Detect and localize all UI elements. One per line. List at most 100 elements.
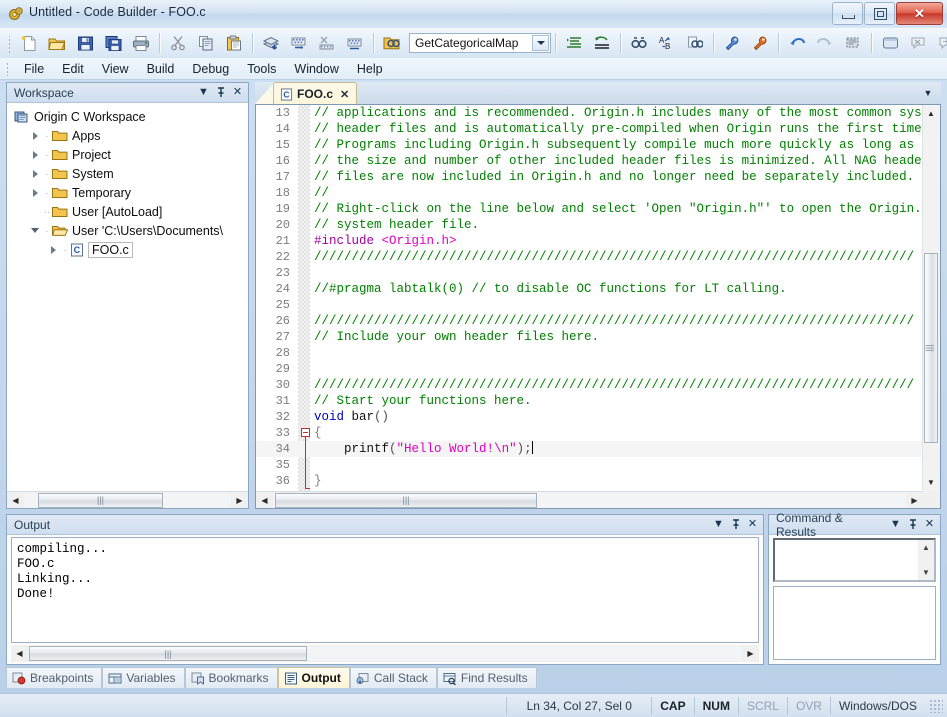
code-text[interactable]: // the size and number of other included… xyxy=(314,153,923,169)
close-button[interactable]: ✕ xyxy=(896,2,943,25)
save-all-button[interactable] xyxy=(100,31,126,56)
print-button[interactable] xyxy=(128,31,154,56)
code-line[interactable]: 30//////////////////////////////////////… xyxy=(256,377,923,393)
code-text[interactable]: //#pragma labtalk(0) // to disable OC fu… xyxy=(314,281,787,297)
function-combo[interactable]: GetCategoricalMap xyxy=(409,33,551,53)
code-line[interactable]: 31// Start your functions here. xyxy=(256,393,923,409)
code-text[interactable]: #include <Origin.h> xyxy=(314,233,457,249)
replace-button[interactable]: AB xyxy=(654,31,680,56)
scroll-right-icon[interactable]: ▶ xyxy=(231,493,248,508)
menu-help[interactable]: Help xyxy=(348,60,392,78)
tree-item-user-documents[interactable]: · User 'C:\Users\Documents\ xyxy=(8,221,248,240)
code-text[interactable]: // xyxy=(314,185,329,201)
tab-output[interactable]: Output xyxy=(278,667,350,688)
resize-grip-icon[interactable] xyxy=(929,699,943,713)
code-line[interactable]: 18// xyxy=(256,185,923,201)
scroll-up-icon[interactable]: ▲ xyxy=(923,105,939,122)
code-text[interactable]: // applications and is recommended. Orig… xyxy=(314,105,923,121)
chevron-down-icon[interactable] xyxy=(532,35,549,51)
scroll-up-icon[interactable]: ▲ xyxy=(918,540,934,555)
tab-find-results[interactable]: Find Results xyxy=(437,667,537,688)
tab-close-icon[interactable]: ✕ xyxy=(340,88,349,101)
code-line[interactable]: 26//////////////////////////////////////… xyxy=(256,313,923,329)
code-line[interactable]: 16// the size and number of other includ… xyxy=(256,153,923,169)
copy-button[interactable] xyxy=(193,31,219,56)
scroll-left-icon[interactable]: ◀ xyxy=(11,646,28,661)
code-text[interactable]: ////////////////////////////////////////… xyxy=(314,377,914,393)
open-file-button[interactable] xyxy=(44,31,70,56)
select-block-button[interactable] xyxy=(840,31,866,56)
output-text[interactable]: compiling... FOO.c Linking... Done! xyxy=(11,537,759,643)
code-text[interactable]: // Right-click on the line below and sel… xyxy=(314,201,923,217)
workspace-hscrollbar[interactable]: ◀ ||| ▶ xyxy=(7,491,248,508)
command-results-pin-button[interactable] xyxy=(905,517,920,532)
command-input[interactable] xyxy=(775,540,918,580)
menubar-grip[interactable] xyxy=(4,61,11,76)
breakpoint-remove-button[interactable] xyxy=(905,31,931,56)
scroll-left-icon[interactable]: ◀ xyxy=(256,493,273,508)
code-line[interactable]: 15// Programs including Origin.h subsequ… xyxy=(256,137,923,153)
browse-function-button[interactable] xyxy=(379,31,405,56)
code-line[interactable]: 24//#pragma labtalk(0) // to disable OC … xyxy=(256,281,923,297)
editor-hscrollbar[interactable]: ◀ ||| ▶ xyxy=(256,491,923,508)
tree-item-temporary[interactable]: · Temporary xyxy=(8,183,248,202)
output-hscroll-thumb[interactable]: ||| xyxy=(29,646,307,661)
menu-window[interactable]: Window xyxy=(285,60,347,78)
tab-bookmarks[interactable]: Bookmarks xyxy=(185,667,278,688)
code-text[interactable]: { xyxy=(314,425,322,441)
code-lines[interactable]: 13// applications and is recommended. Or… xyxy=(256,105,923,491)
expander-collapsed-icon[interactable] xyxy=(28,132,42,140)
expander-collapsed-icon[interactable] xyxy=(28,189,42,197)
toolbar-grip[interactable] xyxy=(6,36,13,55)
code-line[interactable]: 27// Include your own header files here. xyxy=(256,329,923,345)
new-file-button[interactable] xyxy=(16,31,42,56)
expander-collapsed-icon[interactable] xyxy=(28,151,42,159)
menu-build[interactable]: Build xyxy=(138,60,184,78)
fold-toggle-icon[interactable] xyxy=(301,428,310,437)
code-line[interactable]: 17// files are now included in Origin.h … xyxy=(256,169,923,185)
comment-button[interactable] xyxy=(589,31,615,56)
command-input-scrollbar[interactable]: ▲ ▼ xyxy=(918,540,934,580)
code-line[interactable]: 32void bar() xyxy=(256,409,923,425)
workspace-close-button[interactable]: ✕ xyxy=(230,85,245,100)
settings-button[interactable] xyxy=(747,31,773,56)
expander-expanded-icon[interactable] xyxy=(28,228,42,233)
code-line[interactable]: 22//////////////////////////////////////… xyxy=(256,249,923,265)
output-pin-button[interactable] xyxy=(728,517,743,532)
output-hscrollbar[interactable]: ◀ ||| ▶ xyxy=(11,645,759,662)
minimize-button[interactable] xyxy=(832,2,863,25)
restore-button[interactable] xyxy=(864,2,895,25)
output-dropdown-button[interactable]: ▼ xyxy=(711,517,726,532)
undo-button[interactable] xyxy=(784,31,810,56)
output-hscroll-track[interactable]: ||| xyxy=(28,646,742,661)
output-close-button[interactable]: ✕ xyxy=(745,517,760,532)
command-input-wrap[interactable]: ▲ ▼ xyxy=(773,538,936,582)
build-button[interactable] xyxy=(258,31,284,56)
command-results-close-button[interactable]: ✕ xyxy=(922,517,937,532)
code-line[interactable]: 14// header files and is automatically p… xyxy=(256,121,923,137)
editor-window-list-icon[interactable]: ▼ xyxy=(921,86,935,100)
tree-item-user-autoload[interactable]: ·· User [AutoLoad] xyxy=(8,202,248,221)
menu-file[interactable]: File xyxy=(15,60,53,78)
scroll-right-icon[interactable]: ▶ xyxy=(742,646,759,661)
code-line[interactable]: 25 xyxy=(256,297,923,313)
command-results-output[interactable] xyxy=(773,586,936,660)
tools-button[interactable] xyxy=(719,31,745,56)
code-text[interactable]: // files are now included in Origin.h an… xyxy=(314,169,914,185)
workspace-pin-button[interactable] xyxy=(213,85,228,100)
code-line[interactable]: 28 xyxy=(256,345,923,361)
workspace-dropdown-button[interactable]: ▼ xyxy=(196,85,211,100)
workspace-window-button[interactable] xyxy=(877,31,903,56)
tree-item-system[interactable]: · System xyxy=(8,164,248,183)
clean-button[interactable] xyxy=(314,31,340,56)
save-button[interactable] xyxy=(72,31,98,56)
tree-item-project[interactable]: · Project xyxy=(8,145,248,164)
tab-breakpoints[interactable]: Breakpoints xyxy=(6,667,102,688)
tree-root-node[interactable]: Origin C Workspace xyxy=(8,107,248,126)
editor-tab-foo-c[interactable]: C FOO.c ✕ xyxy=(273,82,357,105)
scroll-right-icon[interactable]: ▶ xyxy=(906,493,923,508)
code-line[interactable]: 13// applications and is recommended. Or… xyxy=(256,105,923,121)
compile-button[interactable] xyxy=(342,31,368,56)
code-line[interactable]: 34 printf("Hello World!\n"); xyxy=(256,441,923,457)
workspace-tree[interactable]: Origin C Workspace · Apps · Project xyxy=(7,103,248,491)
